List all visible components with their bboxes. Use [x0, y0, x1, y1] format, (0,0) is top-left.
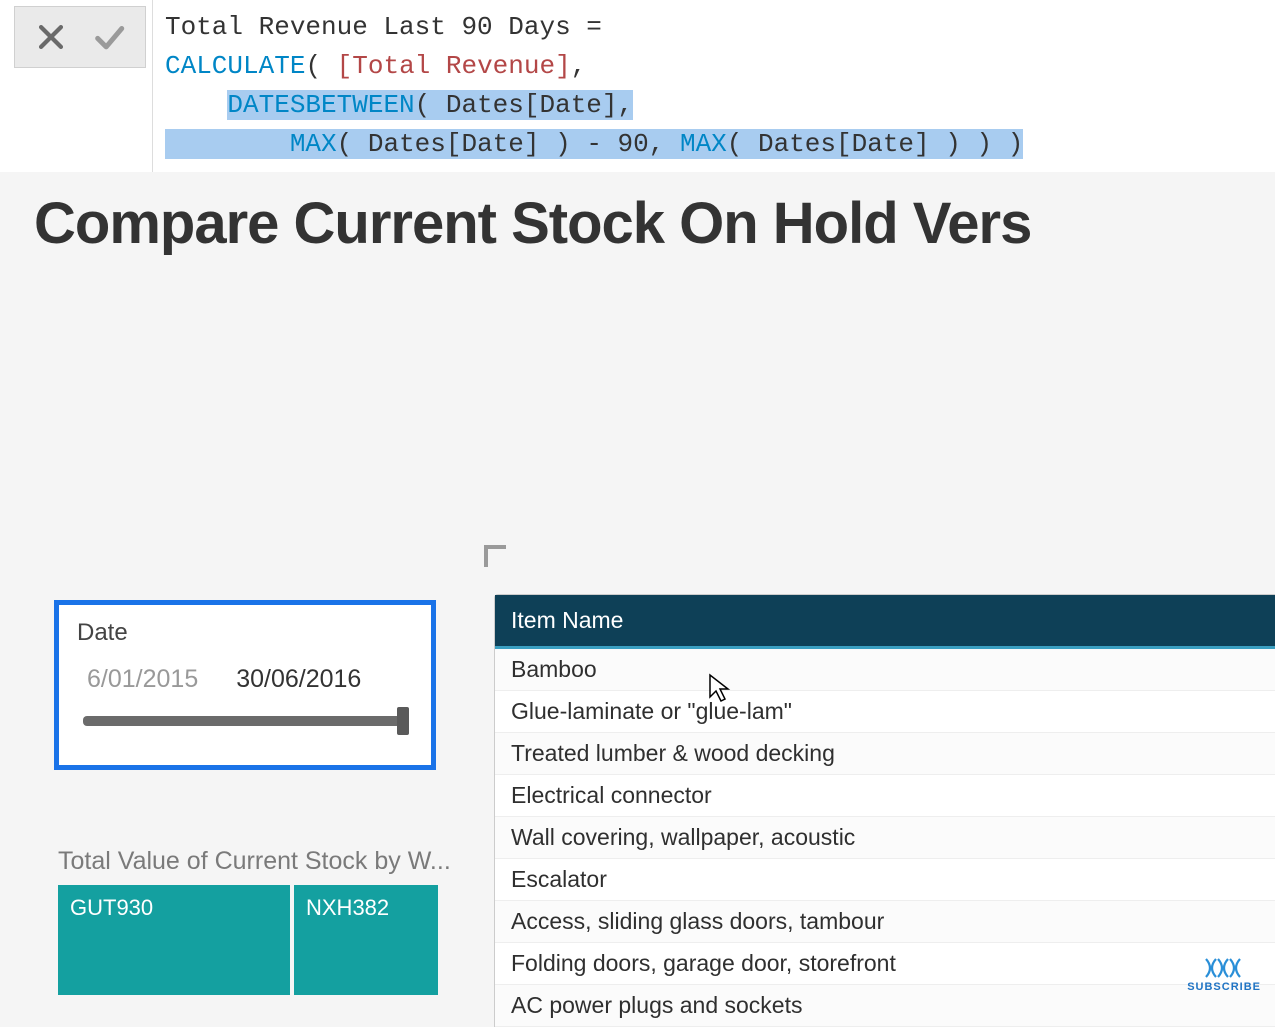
- item-table[interactable]: Item Name Bamboo Glue-laminate or "glue-…: [495, 595, 1275, 1027]
- close-icon: [34, 20, 68, 54]
- table-row[interactable]: Treated lumber & wood decking: [495, 733, 1275, 775]
- formula-action-group: [14, 6, 146, 68]
- treemap-cell[interactable]: GUT930: [58, 885, 290, 995]
- table-row[interactable]: Access, sliding glass doors, tambour: [495, 901, 1275, 943]
- table-row[interactable]: Glue-laminate or "glue-lam": [495, 691, 1275, 733]
- date-slider-track[interactable]: [83, 716, 407, 726]
- table-row[interactable]: Folding doors, garage door, storefront: [495, 943, 1275, 985]
- table-row[interactable]: Wall covering, wallpaper, acoustic: [495, 817, 1275, 859]
- slicer-title: Date: [77, 619, 413, 647]
- page-title: Compare Current Stock On Hold Vers: [0, 172, 1275, 267]
- cancel-button[interactable]: [25, 15, 77, 59]
- table-row[interactable]: Escalator: [495, 859, 1275, 901]
- subscribe-badge[interactable]: SUBSCRIBE: [1187, 957, 1261, 993]
- subscribe-label: SUBSCRIBE: [1187, 981, 1261, 993]
- treemap-cell[interactable]: NXH382: [294, 885, 438, 995]
- treemap-title: Total Value of Current Stock by W...: [58, 847, 438, 876]
- dna-icon: [1204, 957, 1244, 979]
- date-range-labels: 6/01/2015 30/06/2016: [77, 665, 413, 694]
- table-body: Bamboo Glue-laminate or "glue-lam" Treat…: [495, 649, 1275, 1027]
- confirm-button[interactable]: [83, 15, 135, 59]
- date-start[interactable]: 6/01/2015: [87, 665, 198, 694]
- treemap-visual[interactable]: GUT930 NXH382: [58, 885, 438, 995]
- check-icon: [92, 20, 126, 54]
- date-end[interactable]: 30/06/2016: [236, 665, 361, 694]
- date-slider-handle[interactable]: [397, 707, 409, 735]
- formula-bar[interactable]: Total Revenue Last 90 Days = CALCULATE( …: [152, 0, 1275, 172]
- date-slicer[interactable]: Date 6/01/2015 30/06/2016: [54, 600, 436, 770]
- table-row[interactable]: Electrical connector: [495, 775, 1275, 817]
- selection-corner-icon: [484, 545, 506, 567]
- table-header[interactable]: Item Name: [495, 595, 1275, 649]
- table-row[interactable]: AC power plugs and sockets: [495, 985, 1275, 1027]
- table-row[interactable]: Bamboo: [495, 649, 1275, 691]
